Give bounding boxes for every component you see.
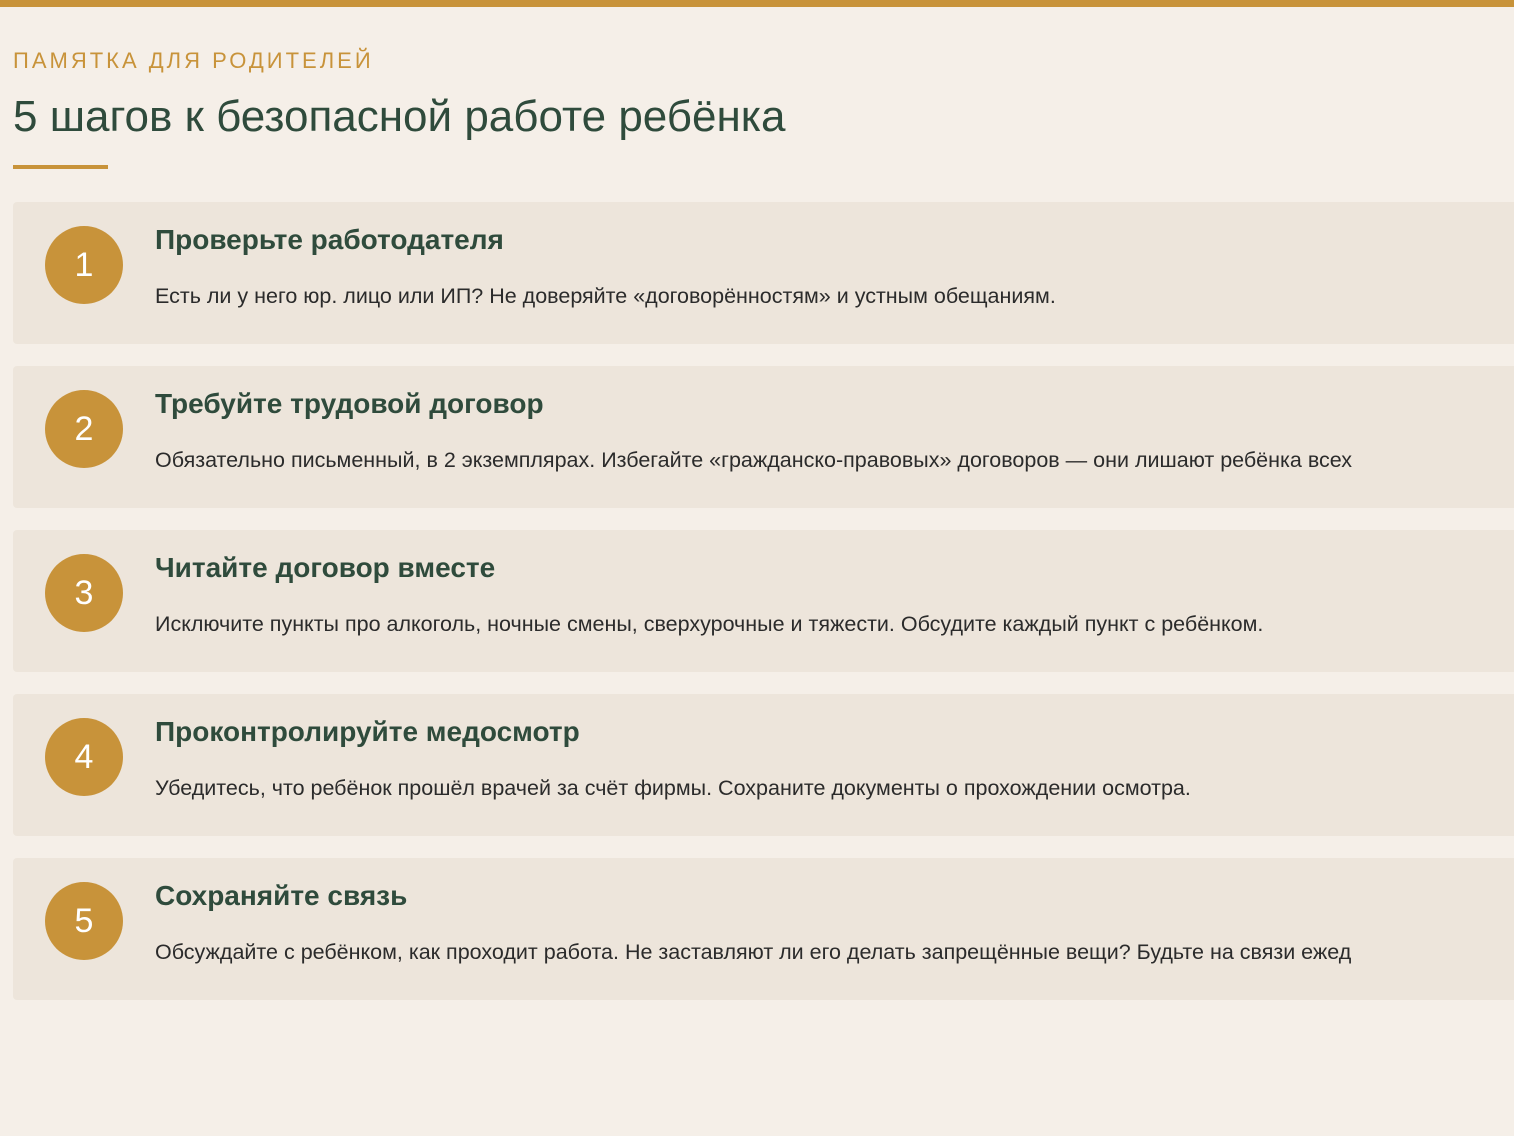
step-title: Проверьте работодателя	[155, 224, 504, 255]
step-description: Исключите пункты про алкоголь, ночные см…	[155, 612, 1264, 636]
step-description: Убедитесь, что ребёнок прошёл врачей за …	[155, 776, 1191, 800]
step-number-badge: 4	[45, 718, 123, 796]
step-card-2: 2 Требуйте трудовой договор Обязательно …	[13, 366, 1514, 508]
step-card-3: 3 Читайте договор вместе Исключите пункт…	[13, 530, 1514, 672]
title-underline	[13, 165, 108, 169]
step-card-5: 5 Сохраняйте связь Обсуждайте с ребёнком…	[13, 858, 1514, 1000]
step-number-badge: 2	[45, 390, 123, 468]
step-description: Обязательно письменный, в 2 экземплярах.…	[155, 448, 1352, 472]
steps-list: 1 Проверьте работодателя Есть ли у него …	[13, 202, 1514, 1022]
step-title: Требуйте трудовой договор	[155, 388, 544, 419]
step-description: Есть ли у него юр. лицо или ИП? Не довер…	[155, 284, 1056, 308]
top-accent-bar	[0, 0, 1514, 7]
step-number-badge: 5	[45, 882, 123, 960]
step-title: Читайте договор вместе	[155, 552, 496, 583]
eyebrow-label: ПАМЯТКА ДЛЯ РОДИТЕЛЕЙ	[13, 48, 374, 73]
step-number-badge: 1	[45, 226, 123, 304]
page-title: 5 шагов к безопасной работе ребёнка	[13, 92, 786, 141]
step-title: Сохраняйте связь	[155, 880, 408, 911]
step-title: Проконтролируйте медосмотр	[155, 716, 580, 747]
step-description: Обсуждайте с ребёнком, как проходит рабо…	[155, 940, 1352, 964]
step-card-1: 1 Проверьте работодателя Есть ли у него …	[13, 202, 1514, 344]
step-card-4: 4 Проконтролируйте медосмотр Убедитесь, …	[13, 694, 1514, 836]
step-number-badge: 3	[45, 554, 123, 632]
